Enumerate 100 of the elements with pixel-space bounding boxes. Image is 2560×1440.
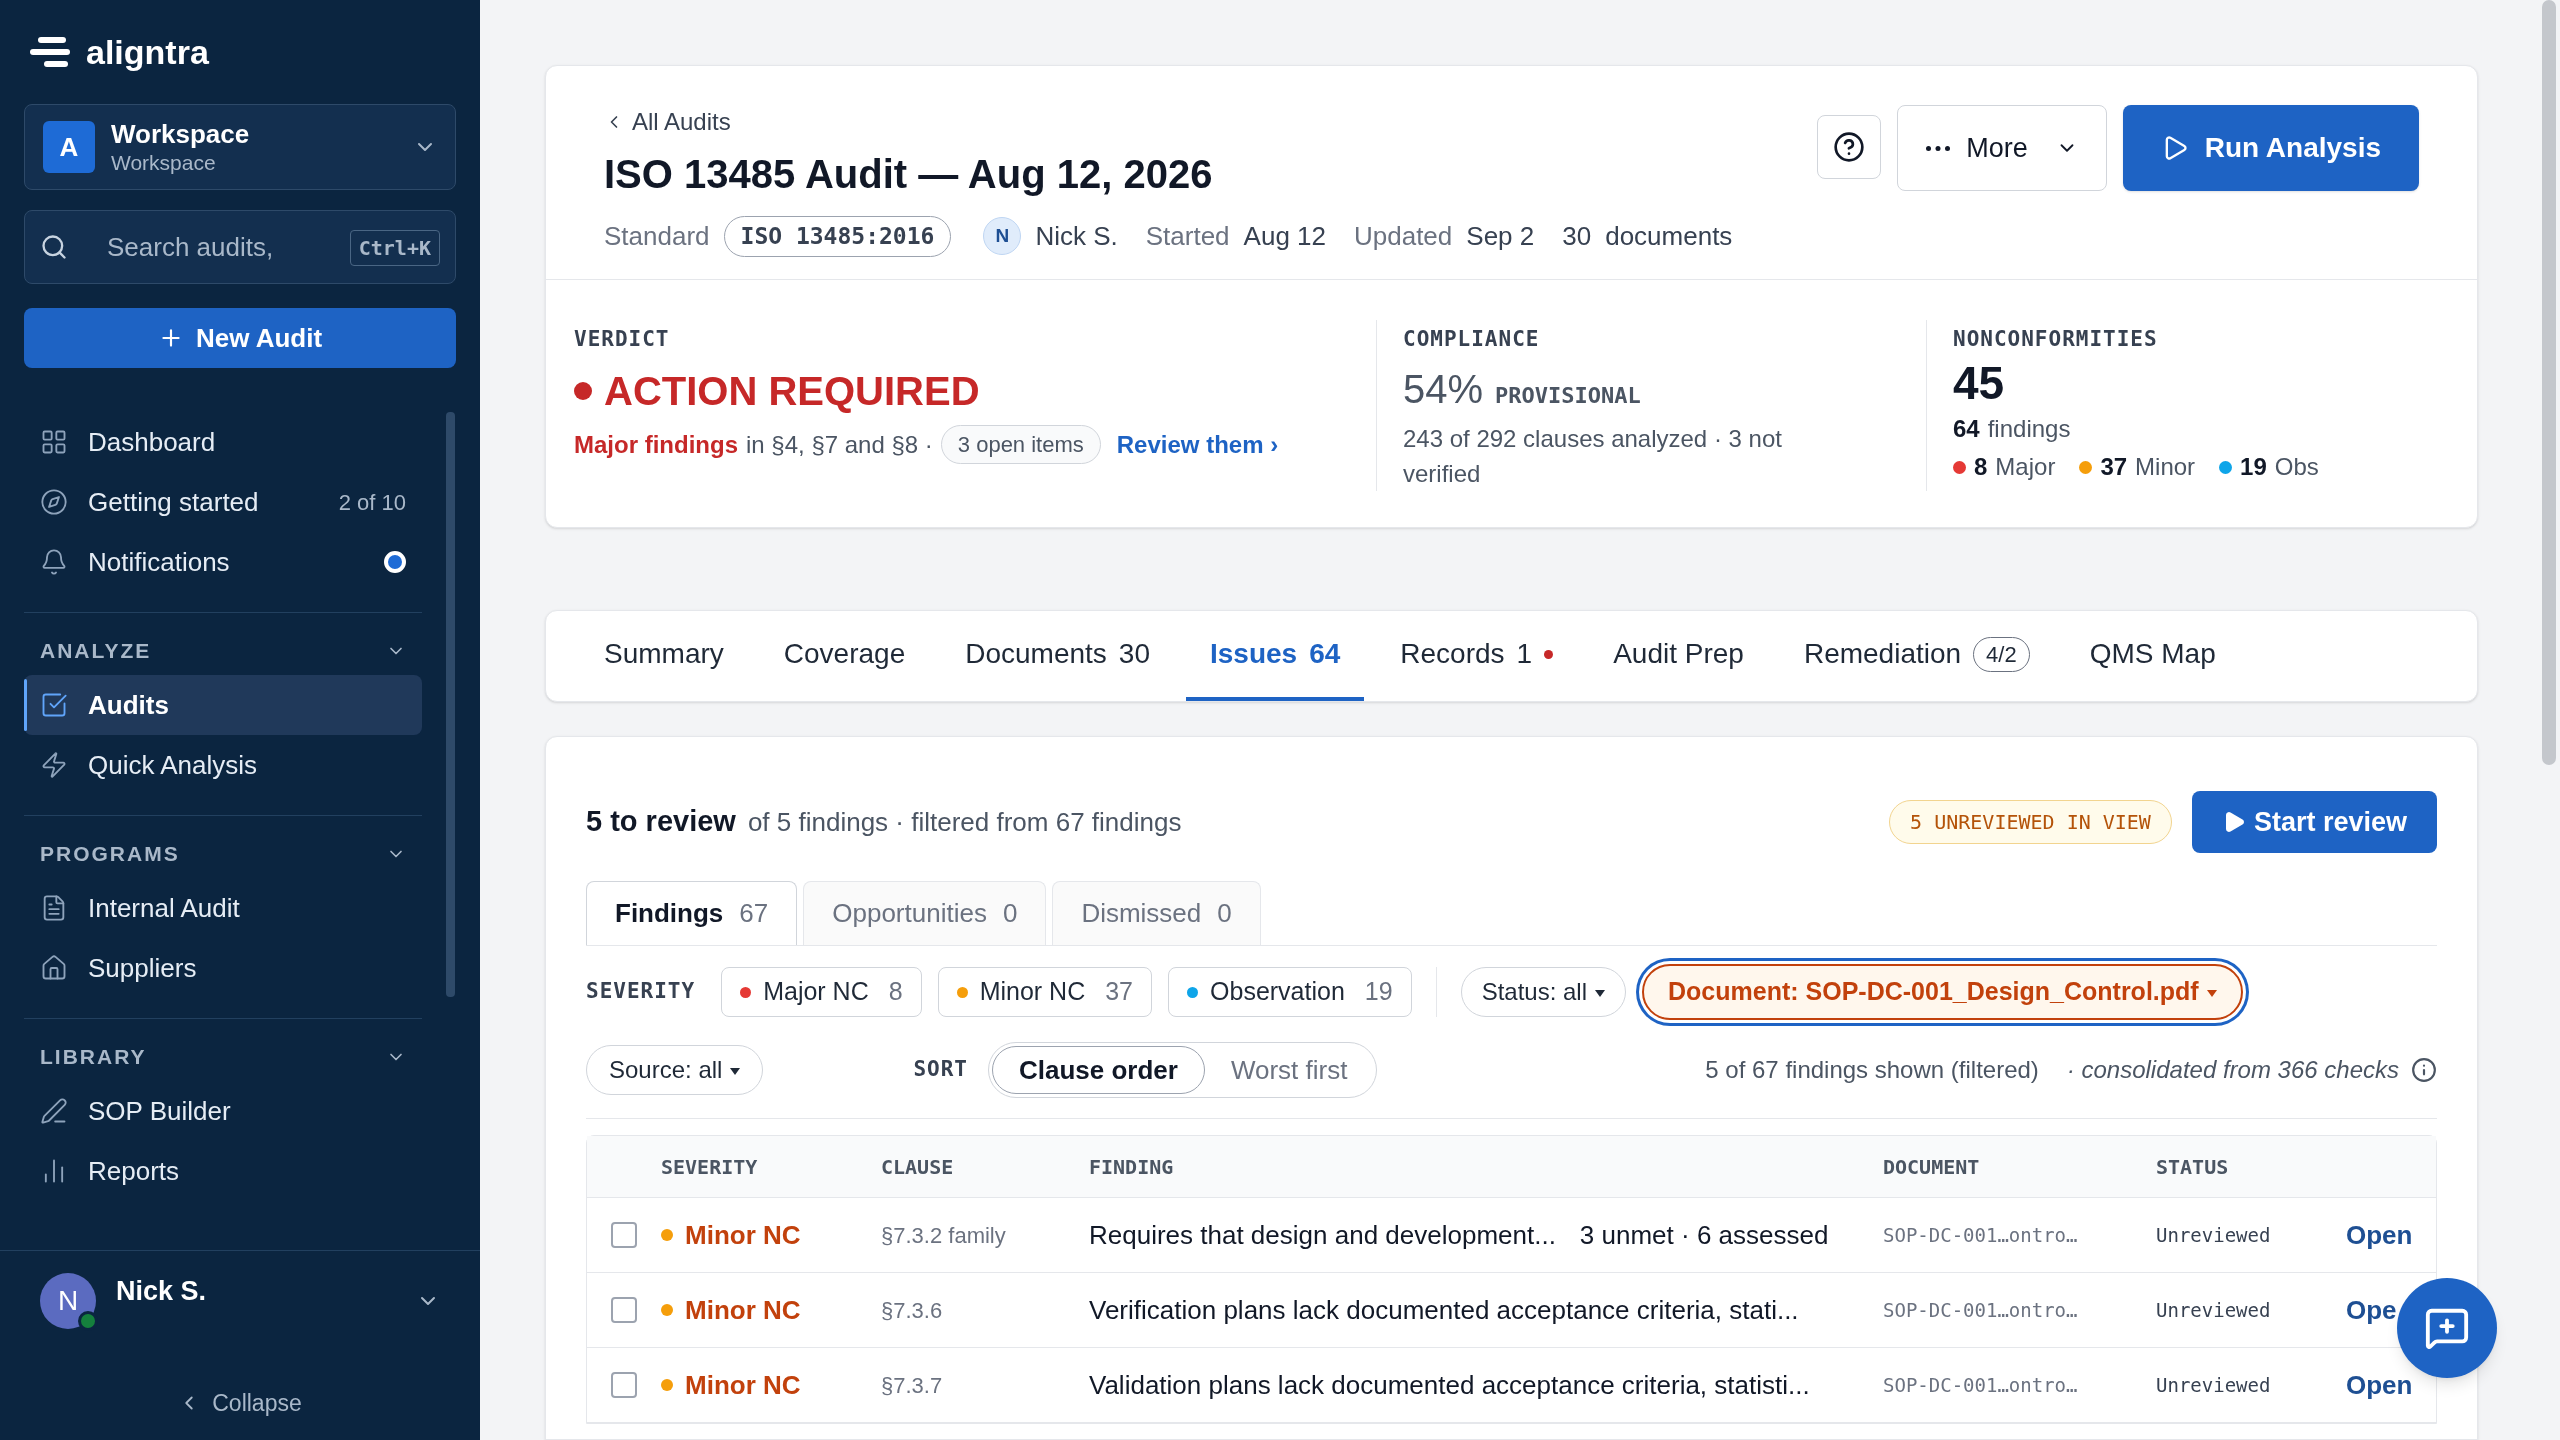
tab[interactable]: Summary	[580, 611, 748, 701]
user-avatar: N	[40, 1273, 96, 1329]
owner-avatar: N	[983, 217, 1022, 256]
collapse-button[interactable]: Collapse	[178, 1385, 302, 1420]
clause-cell-text: §7.3.6	[881, 1296, 944, 1325]
nonconformities-count: 45	[1953, 356, 2006, 411]
started-date: Aug 12	[1243, 219, 1326, 253]
sort-option[interactable]: Worst first	[1204, 1046, 1374, 1094]
nav-item[interactable]: SOP Builder	[24, 1081, 422, 1141]
workspace-name: Workspace	[111, 117, 250, 151]
column-header: SEVERITY	[661, 1153, 759, 1181]
updated-label: Updated	[1354, 219, 1453, 253]
nav-item[interactable]: Internal Audit	[24, 878, 422, 938]
review-link[interactable]: Review them ›	[1116, 426, 1279, 463]
row-checkbox[interactable]	[611, 1297, 637, 1323]
back-link[interactable]: All Audits	[604, 104, 1733, 140]
subtab[interactable]: Opportunities 0	[803, 881, 1047, 945]
page-scrollbar-thumb[interactable]	[2542, 0, 2556, 765]
severity-text: Minor NC	[685, 1368, 801, 1402]
tab[interactable]: Records 1	[1376, 611, 1578, 701]
severity-filter-chip[interactable]: Minor NC 37	[937, 967, 1153, 1017]
house-icon	[40, 954, 68, 982]
clause-cell-text: §7.3.2 family	[881, 1221, 1007, 1250]
nav-item[interactable]: Suppliers	[24, 938, 422, 998]
clause-cell-text: §7.3.7	[881, 1371, 944, 1400]
compliance-detail: 243 of 292 clauses analyzed · 3 not verified	[1403, 424, 1783, 489]
nav-item[interactable]: Getting started 2 of 10	[24, 472, 422, 532]
logo-icon	[30, 37, 70, 67]
row-checkbox[interactable]	[611, 1222, 637, 1248]
document-cell-text: SOP-DC-001…ontro…	[1883, 1297, 2079, 1323]
bell-icon	[40, 548, 68, 576]
findings-label: findings	[1987, 414, 2071, 444]
nonconformities-label: NONCONFORMITIES	[1953, 325, 2159, 353]
nav-item[interactable]: Reports	[24, 1141, 422, 1201]
status-cell-text: Unreviewed	[2156, 1222, 2272, 1248]
more-button[interactable]: More	[1897, 105, 2107, 191]
document-cell-text: SOP-DC-001…ontro…	[1883, 1372, 2079, 1398]
finding-cell-text: Verification plans lack documented acceptance criteria, stati...	[1089, 1293, 1799, 1327]
sort-label: SORT	[913, 1057, 968, 1082]
start-review-button[interactable]: Start review	[2191, 791, 2437, 853]
open-link[interactable]: Ope	[2346, 1290, 2397, 1330]
severity-filter-chip[interactable]: Major NC 8	[721, 967, 922, 1017]
column-header: STATUS	[2156, 1153, 2230, 1181]
verdict-value: ACTION REQUIRED	[604, 368, 980, 415]
severity-filter-chip[interactable]: Observation 19	[1168, 967, 1412, 1017]
sidebar-scrollbar-thumb[interactable]	[446, 412, 455, 997]
sort-option[interactable]: Clause order	[991, 1046, 1205, 1094]
nav-item[interactable]: Notifications	[24, 532, 422, 592]
checkbox-icon	[40, 691, 68, 719]
open-link[interactable]: Open	[2346, 1215, 2413, 1255]
severity-label: Minor	[2135, 452, 2196, 482]
tab[interactable]: Remediation 4/2	[1779, 611, 2054, 701]
subtab[interactable]: Findings 67	[586, 881, 798, 945]
caret-icon	[1595, 990, 1606, 998]
search-icon	[40, 233, 68, 261]
tab[interactable]: Audit Prep	[1589, 611, 1768, 701]
status-cell-text: Unreviewed	[2156, 1372, 2272, 1398]
provisional-label: PROVISIONAL	[1495, 382, 1641, 410]
nav-item[interactable]: Audits	[24, 675, 422, 735]
section-heading: LIBRARY	[40, 1044, 147, 1071]
row-checkbox[interactable]	[611, 1372, 637, 1398]
document-cell-text: SOP-DC-001…ontro…	[1883, 1222, 2079, 1248]
brand-name: aligntra	[86, 31, 209, 73]
tab[interactable]: Issues 64	[1186, 611, 1365, 701]
more-icon	[1926, 145, 1951, 151]
info-icon[interactable]	[2411, 1057, 2437, 1083]
nav-item[interactable]: Quick Analysis	[24, 735, 422, 795]
tab[interactable]: Documents 30	[941, 611, 1174, 701]
workspace-subtitle: Workspace	[111, 150, 217, 177]
unreviewed-badge: 5 UNREVIEWED IN VIEW	[1889, 800, 2172, 844]
severity-label: Obs	[2274, 452, 2319, 482]
finding-cell-text: Requires that design and development...	[1089, 1218, 1556, 1252]
source-filter[interactable]: Source: all	[586, 1045, 764, 1095]
started-label: Started	[1145, 219, 1230, 253]
run-analysis-button[interactable]: Run Analysis	[2122, 105, 2419, 191]
tab[interactable]: Coverage	[759, 611, 930, 701]
consolidated-note: · consolidated from 366 checks	[2066, 1055, 2399, 1085]
open-link[interactable]: Open	[2346, 1365, 2413, 1405]
subtab[interactable]: Dismissed 0	[1052, 881, 1261, 945]
compass-icon	[40, 488, 68, 516]
section-heading: ANALYZE	[40, 638, 152, 665]
workspace-avatar: A	[43, 121, 95, 173]
workspace-switcher[interactable]: A Workspace Workspace	[24, 104, 456, 190]
updated-date: Sep 2	[1466, 219, 1535, 253]
status-cell-text: Unreviewed	[2156, 1297, 2272, 1323]
caret-icon	[730, 1068, 741, 1076]
severity-text: Minor NC	[685, 1293, 801, 1327]
open-items-badge[interactable]: 3 open items	[940, 425, 1101, 464]
help-button[interactable]	[1817, 115, 1882, 179]
pen-icon	[40, 1097, 68, 1125]
user-name: Nick S.	[116, 1275, 207, 1308]
new-audit-button[interactable]: New Audit	[24, 308, 456, 368]
review-title: 5 to review	[586, 804, 736, 840]
verdict-label: VERDICT	[574, 325, 671, 353]
nav-item[interactable]: Dashboard	[24, 412, 422, 472]
major-findings-link[interactable]: Major findings	[574, 426, 738, 463]
severity-count: 8	[1974, 452, 1988, 482]
help-icon	[1833, 131, 1866, 163]
column-header: FINDING	[1089, 1153, 1175, 1181]
tab[interactable]: QMS Map	[2065, 611, 2240, 701]
